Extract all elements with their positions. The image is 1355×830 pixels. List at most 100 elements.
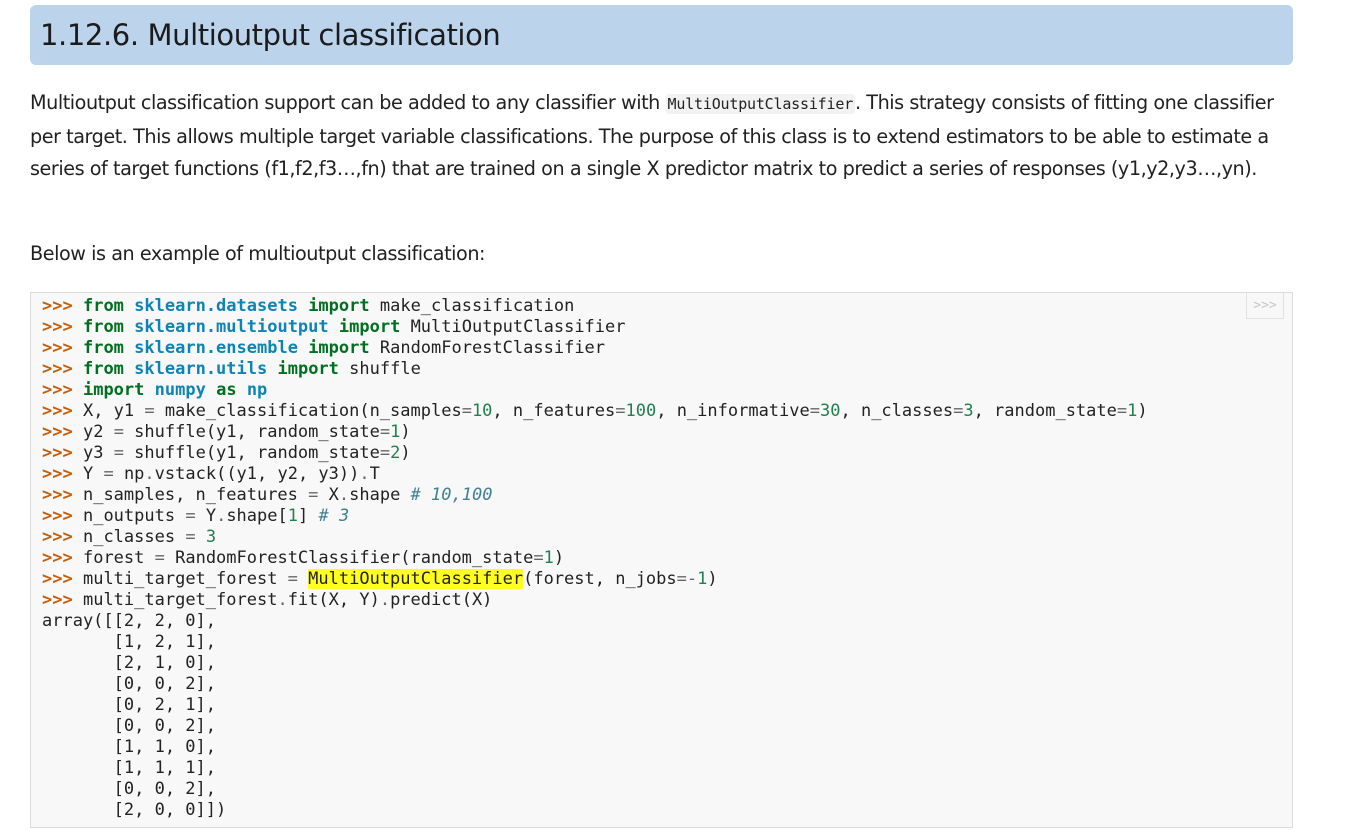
- output-line: [1, 2, 1],: [42, 632, 216, 652]
- code-text: , random_state: [973, 401, 1117, 421]
- kw: from: [82, 359, 124, 379]
- code-text: n_classes: [82, 527, 186, 547]
- kw: import: [82, 380, 145, 400]
- code-text: vstack((y1, y2, y3)): [154, 464, 360, 484]
- section-title: 1.12.6. Multioutput classification: [40, 18, 501, 52]
- code-text: ): [553, 548, 565, 568]
- kw: import: [308, 338, 370, 358]
- number: 2: [390, 443, 401, 463]
- output-line: [0, 0, 2],: [42, 716, 216, 736]
- code-line: >>> Y = np.vstack((y1, y2, y3)).T: [42, 464, 380, 484]
- code-text: , n_classes: [840, 401, 954, 421]
- kw: from: [82, 317, 124, 337]
- module: sklearn.datasets: [134, 296, 298, 316]
- code-line: >>> n_samples, n_features = X.shape # 10…: [42, 485, 492, 505]
- code-text: ]: [297, 506, 319, 526]
- number: 10: [471, 401, 493, 421]
- code-text: Y: [195, 506, 217, 526]
- operator: =: [185, 506, 196, 526]
- code-text: ): [707, 569, 718, 589]
- code-line: >>> X, y1 = make_classification(n_sample…: [42, 401, 1148, 421]
- name: make_classification: [379, 296, 575, 316]
- output-line: [2, 1, 0],: [42, 653, 216, 673]
- comment: # 10,100: [410, 485, 493, 505]
- operator: =: [1116, 401, 1128, 421]
- copy-prompt-toggle-button[interactable]: >>>: [1246, 293, 1284, 319]
- prompt: >>>: [42, 548, 73, 568]
- code-text: fit(X, Y): [287, 590, 380, 610]
- code-text: shape: [349, 485, 411, 505]
- operator: .: [216, 506, 227, 526]
- code-text: X, y1: [82, 401, 145, 421]
- code-line: >>> multi_target_forest = MultiOutputCla…: [42, 569, 718, 589]
- prompt: >>>: [42, 443, 73, 463]
- module: sklearn.ensemble: [134, 338, 298, 358]
- prompt: >>>: [42, 296, 73, 316]
- prompt: >>>: [42, 464, 73, 484]
- number: 3: [963, 401, 974, 421]
- code-line: >>> from sklearn.datasets import make_cl…: [42, 296, 574, 316]
- code-text: multi_target_forest: [82, 569, 288, 589]
- output-line: [2, 0, 0]]): [42, 800, 227, 820]
- code-text: shuffle(y1, random_state: [123, 443, 380, 463]
- operator: .: [359, 464, 370, 484]
- doc-page: 1.12.6. Multioutput classification Multi…: [0, 0, 1355, 830]
- prompt: >>>: [42, 590, 73, 610]
- inline-code-moc[interactable]: MultiOutputClassifier: [665, 94, 855, 114]
- code-text: forest: [82, 548, 155, 568]
- operator: =: [113, 422, 124, 442]
- prompt: >>>: [42, 485, 73, 505]
- number: 1: [697, 569, 708, 589]
- prompt: >>>: [42, 527, 73, 547]
- code-text: y2: [82, 422, 114, 442]
- operator: =: [144, 401, 155, 421]
- output-line: [0, 2, 1],: [42, 695, 216, 715]
- operator: =: [809, 401, 820, 421]
- prompt: >>>: [42, 317, 73, 337]
- code-text: (forest, n_jobs: [523, 569, 677, 589]
- operator: =: [615, 401, 626, 421]
- code-line: >>> n_outputs = Y.shape[1] # 3: [42, 506, 349, 526]
- code-line: >>> from sklearn.multioutput import Mult…: [42, 317, 626, 337]
- code-text: X: [318, 485, 339, 505]
- operator: =: [379, 422, 391, 442]
- code-text: n_outputs: [82, 506, 186, 526]
- code-text: predict(X): [390, 590, 493, 610]
- code-text: np: [113, 464, 145, 484]
- intro-text-before: Multioutput classification support can b…: [30, 91, 666, 114]
- prompt: >>>: [42, 359, 73, 379]
- code-line: >>> multi_target_forest.fit(X, Y).predic…: [42, 590, 492, 610]
- code-text: ): [1137, 401, 1148, 421]
- kw: import: [338, 317, 401, 337]
- module: numpy: [154, 380, 206, 400]
- operator: .: [338, 485, 350, 505]
- module: sklearn.utils: [134, 359, 268, 379]
- intro-paragraph: Multioutput classification support can b…: [30, 87, 1295, 186]
- code-line: >>> from sklearn.ensemble import RandomF…: [42, 338, 605, 358]
- number: 1: [1127, 401, 1138, 421]
- code-text: , n_features: [492, 401, 616, 421]
- prompt: >>>: [42, 401, 73, 421]
- number: 1: [543, 548, 554, 568]
- operator: .: [277, 590, 288, 610]
- code-text: n_samples, n_features: [82, 485, 309, 505]
- prompt: >>>: [42, 380, 73, 400]
- code-text: Y: [82, 464, 104, 484]
- code-line: >>> y2 = shuffle(y1, random_state=1): [42, 422, 411, 442]
- name: MultiOutputClassifier: [410, 317, 626, 337]
- code-text: make_classification(n_samples: [154, 401, 462, 421]
- operator: =: [308, 485, 319, 505]
- name: shuffle: [349, 359, 421, 379]
- module: np: [246, 380, 268, 400]
- comment: # 3: [318, 506, 350, 526]
- module: sklearn.multioutput: [134, 317, 329, 337]
- code-line: >>> import numpy as np: [42, 380, 267, 400]
- code-content: >>> from sklearn.datasets import make_cl…: [42, 296, 1148, 821]
- output-line: [1, 1, 0],: [42, 737, 216, 757]
- name: RandomForestClassifier: [379, 338, 606, 358]
- code-line: >>> n_classes = 3: [42, 527, 216, 547]
- operator: =: [103, 464, 114, 484]
- code-line: >>> y3 = shuffle(y1, random_state=2): [42, 443, 411, 463]
- code-text: RandomForestClassifier(random_state: [164, 548, 534, 568]
- prompt: >>>: [42, 506, 73, 526]
